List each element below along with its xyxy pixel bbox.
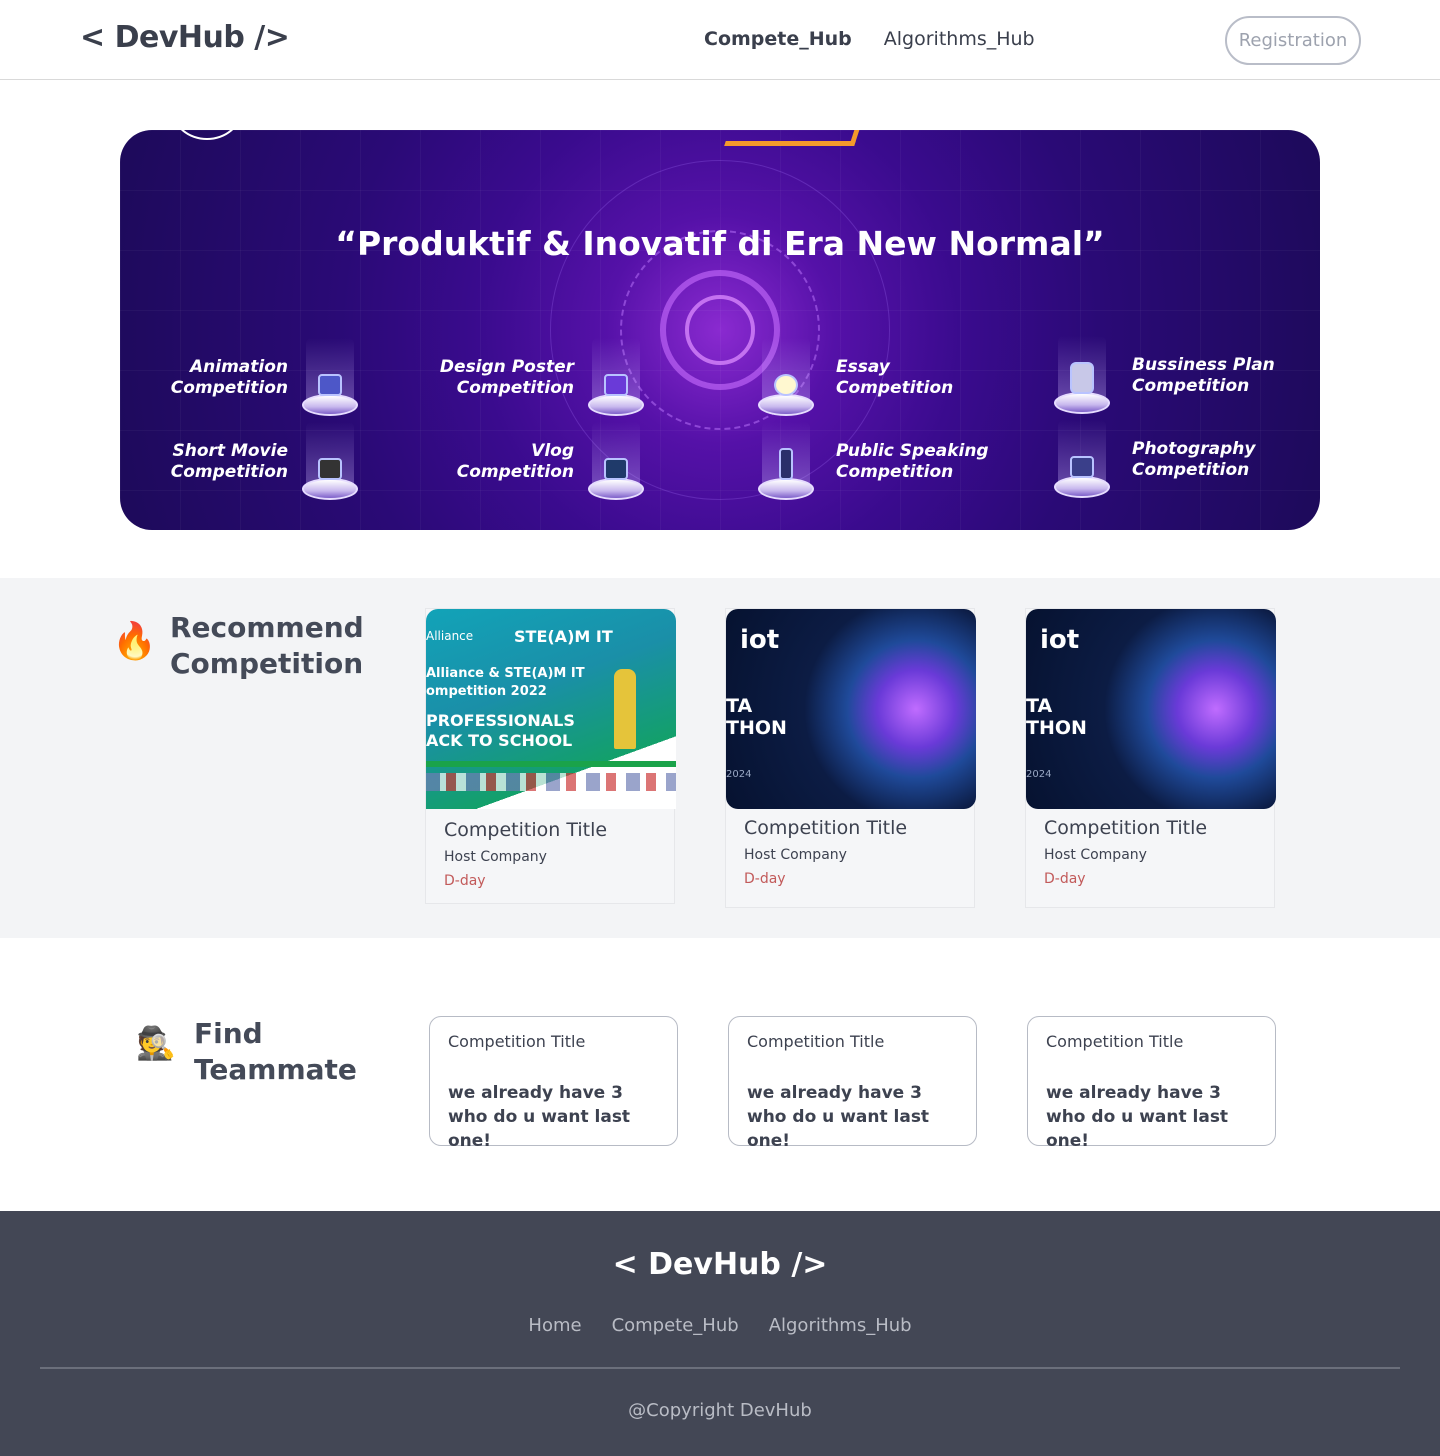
team-card-title: Competition Title — [448, 1032, 586, 1051]
teammate-title-line2: Teammate — [194, 1053, 357, 1086]
competition-poster-image: iot TA THON 2024 — [1026, 609, 1276, 809]
nav-compete-hub[interactable]: Compete_Hub — [704, 28, 852, 50]
teammate-heading: 🕵️ Find Teammate — [136, 1016, 357, 1088]
card-host: Host Company — [1044, 847, 1147, 863]
card-dday: D-day — [744, 871, 786, 887]
competition-card[interactable]: iot TA THON 2024 Competition Title Host … — [725, 608, 976, 908]
clapperboard-icon — [302, 422, 358, 502]
fire-icon: 🔥 — [112, 621, 157, 662]
teammate-title-line1: Find — [194, 1017, 263, 1050]
card-dday: D-day — [444, 873, 486, 889]
person-illustration — [614, 669, 636, 749]
banner-item-photography: Photography Competition — [1054, 420, 1255, 500]
footer-divider — [40, 1367, 1400, 1369]
banner-item-essay: Essay Competition — [758, 338, 953, 418]
team-card-message: we already have 3 who do u want last one… — [1046, 1083, 1229, 1151]
card-title: Competition Title — [744, 817, 908, 839]
coin-stack-icon — [1054, 336, 1110, 416]
team-card-message: we already have 3 who do u want last one… — [448, 1083, 631, 1151]
nav-algorithms-hub[interactable]: Algorithms_Hub — [884, 28, 1035, 50]
card-dday: D-day — [1044, 871, 1086, 887]
footer-link-home[interactable]: Home — [528, 1315, 581, 1336]
banner-item-short-movie: Short Movie Competition — [168, 422, 358, 502]
competition-poster-image: Alliance STE(A)M IT Alliance & STE(A)M I… — [426, 609, 676, 809]
photo-camera-icon — [1054, 420, 1110, 500]
card-host: Host Company — [444, 849, 547, 865]
registration-button[interactable]: Registration — [1225, 16, 1361, 65]
banner-item-design-poster: Design Poster Competition — [430, 338, 644, 418]
speaker-person-icon — [758, 422, 814, 502]
teammate-card[interactable]: Competition Title we already have 3 who … — [1027, 1016, 1276, 1151]
card-title: Competition Title — [1044, 817, 1208, 839]
lightbulb-icon — [758, 338, 814, 418]
recommend-heading: 🔥 Recommend Competition — [112, 610, 364, 682]
banner-item-bussiness-plan: Bussiness Plan Competition — [1054, 336, 1275, 416]
footer-link-compete-hub[interactable]: Compete_Hub — [612, 1315, 739, 1336]
banner-item-animation: Animation Competition — [168, 338, 358, 418]
projector-icon — [302, 338, 358, 418]
recommend-section: 🔥 Recommend Competition Alliance STE(A)M… — [0, 578, 1440, 938]
team-card-title: Competition Title — [747, 1032, 885, 1051]
competition-poster-image: iot TA THON 2024 — [726, 609, 976, 809]
hero-banner[interactable]: “Produktif & Inovatif di Era New Normal”… — [120, 130, 1320, 530]
teammate-card[interactable]: Competition Title we already have 3 who … — [728, 1016, 977, 1151]
team-card-title: Competition Title — [1046, 1032, 1184, 1051]
devhub-logo[interactable]: < DevHub /> — [80, 20, 290, 55]
card-host: Host Company — [744, 847, 847, 863]
main-nav: Compete_Hub Algorithms_Hub — [704, 28, 1035, 50]
recommend-title-line1: Recommend — [170, 611, 364, 644]
camera-icon — [588, 422, 644, 502]
sponsor-logos — [426, 773, 676, 791]
competition-card[interactable]: iot TA THON 2024 Competition Title Host … — [1025, 608, 1276, 908]
card-title: Competition Title — [444, 819, 608, 841]
detective-icon: 🕵️ — [136, 1024, 176, 1062]
footer-nav: Home Compete_Hub Algorithms_Hub — [0, 1315, 1440, 1336]
footer-logo[interactable]: < DevHub /> — [0, 1247, 1440, 1282]
team-card-message: we already have 3 who do u want last one… — [747, 1083, 930, 1151]
footer: < DevHub /> Home Compete_Hub Algorithms_… — [0, 1211, 1440, 1456]
footer-link-algorithms-hub[interactable]: Algorithms_Hub — [769, 1315, 912, 1336]
banner-orange-frame — [724, 130, 866, 146]
laptop-icon — [588, 338, 644, 418]
top-navbar: < DevHub /> Compete_Hub Algorithms_Hub R… — [0, 0, 1440, 80]
teammate-card[interactable]: Competition Title we already have 3 who … — [429, 1016, 678, 1151]
banner-item-vlog: Vlog Competition — [430, 422, 644, 502]
banner-title: “Produktif & Inovatif di Era New Normal” — [335, 224, 1105, 263]
banner-item-public-speaking: Public Speaking Competition — [758, 422, 989, 502]
competition-card[interactable]: Alliance STE(A)M IT Alliance & STE(A)M I… — [425, 608, 676, 904]
copyright-text: @Copyright DevHub — [628, 1400, 812, 1421]
recommend-title-line2: Competition — [170, 647, 364, 680]
